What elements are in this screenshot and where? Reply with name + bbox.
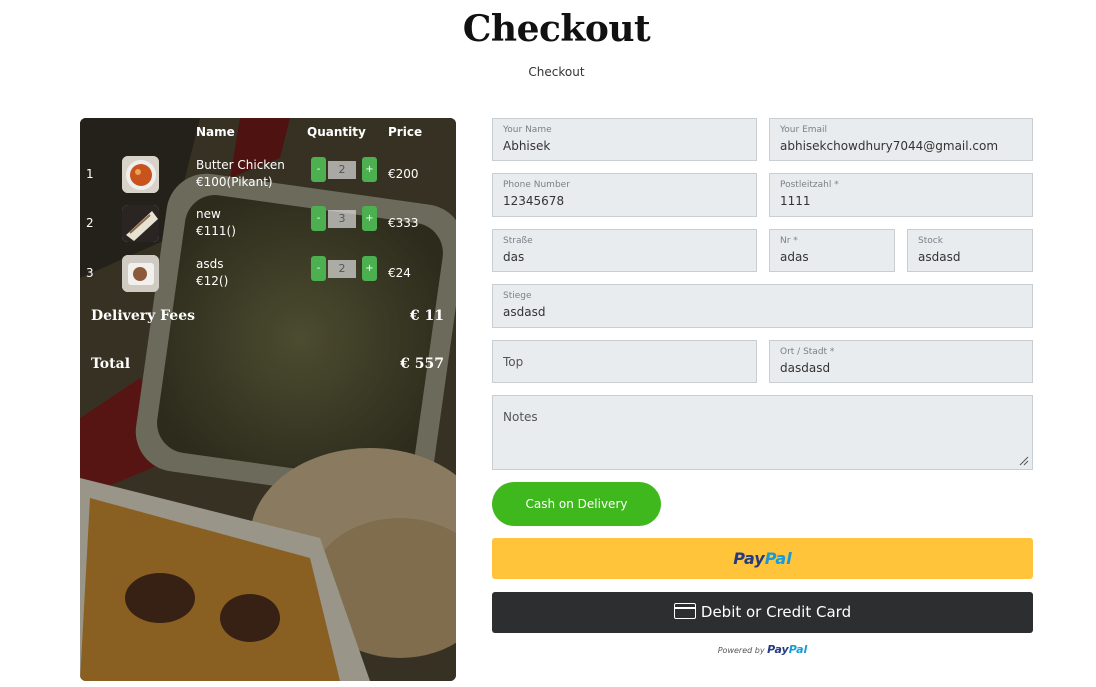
item-name: Butter Chicken — [196, 158, 285, 172]
item-price: €24 — [388, 266, 411, 280]
item-index: 2 — [86, 216, 94, 230]
debit-credit-card-button[interactable]: Debit or Credit Card — [492, 592, 1033, 633]
cart-header-quantity: Quantity — [307, 125, 366, 139]
card-button-label: Debit or Credit Card — [700, 603, 852, 621]
delivery-fees-label: Delivery Fees — [91, 308, 195, 324]
quantity-input[interactable]: 3 — [328, 210, 356, 228]
quantity-input[interactable]: 2 — [328, 260, 356, 278]
name-field[interactable]: Your Name Abhisek — [492, 118, 757, 161]
item-thumbnail — [122, 255, 159, 292]
cart-panel: Name Quantity Price 1 Butter Chicken €10… — [80, 118, 456, 681]
item-price: €200 — [388, 167, 419, 181]
phone-field[interactable]: Phone Number 12345678 — [492, 173, 757, 217]
name-label: Your Name — [503, 125, 552, 135]
name-value: Abhisek — [503, 139, 551, 153]
city-field[interactable]: Ort / Stadt * dasdasd — [769, 340, 1033, 383]
top-field[interactable]: Top — [492, 340, 757, 383]
increase-quantity-button[interactable]: + — [362, 157, 377, 182]
decrease-quantity-button[interactable]: - — [311, 157, 326, 182]
top-placeholder: Top — [503, 355, 524, 369]
email-field[interactable]: Your Email abhisekchowdhury7044@gmail.co… — [769, 118, 1033, 161]
item-unit-price: €12() — [196, 274, 229, 288]
item-unit-price: €111() — [196, 224, 236, 238]
powered-brand-part2: Pal — [788, 643, 808, 656]
stairs-value: asdasd — [503, 305, 546, 319]
notes-textarea[interactable]: Notes — [492, 395, 1033, 470]
quantity-input[interactable]: 2 — [328, 161, 356, 179]
cart-header-price: Price — [388, 125, 423, 139]
phone-label: Phone Number — [503, 180, 570, 190]
house-number-label: Nr * — [780, 236, 798, 246]
item-index: 1 — [86, 167, 94, 181]
increase-quantity-button[interactable]: + — [362, 206, 377, 231]
cart-header-name: Name — [196, 125, 235, 139]
resize-handle-icon[interactable] — [1019, 456, 1029, 466]
cart-item-row: 2 new €111() - 3 + €333 — [80, 203, 456, 243]
total-value: € 557 — [400, 356, 444, 372]
total-label: Total — [91, 356, 131, 372]
house-number-field[interactable]: Nr * adas — [769, 229, 895, 272]
credit-card-icon — [673, 602, 696, 619]
powered-by-paypal: Powered by PayPal — [492, 643, 1033, 656]
delivery-fees-value: € 11 — [409, 308, 444, 324]
postcode-field[interactable]: Postleitzahl * 1111 — [769, 173, 1033, 217]
item-name: new — [196, 207, 221, 221]
floor-value: asdasd — [918, 250, 961, 264]
page-subtitle: Checkout — [528, 65, 585, 79]
delivery-fees-row: Delivery Fees € 11 — [91, 308, 444, 324]
page-title: Checkout — [462, 8, 651, 50]
item-index: 3 — [86, 266, 94, 280]
paypal-logo-part1: Pay — [733, 549, 765, 568]
floor-field[interactable]: Stock asdasd — [907, 229, 1033, 272]
decrease-quantity-button[interactable]: - — [311, 206, 326, 231]
city-value: dasdasd — [780, 361, 831, 375]
cart-item-row: 1 Butter Chicken €100(Pikant) - 2 + €200 — [80, 154, 456, 194]
house-number-value: adas — [780, 250, 809, 264]
item-unit-price: €100(Pikant) — [196, 175, 273, 189]
cart-item-row: 3 asds €12() - 2 + €24 — [80, 253, 456, 293]
item-price: €333 — [388, 216, 419, 230]
stairs-label: Stiege — [503, 291, 532, 301]
street-field[interactable]: Straße das — [492, 229, 757, 272]
item-name: asds — [196, 257, 224, 271]
city-label: Ort / Stadt * — [780, 347, 835, 357]
cash-on-delivery-button[interactable]: Cash on Delivery — [492, 482, 661, 526]
paypal-logo-part2: Pal — [764, 549, 792, 568]
postcode-label: Postleitzahl * — [780, 180, 839, 190]
item-thumbnail — [122, 205, 159, 242]
notes-placeholder: Notes — [503, 410, 538, 424]
paypal-button[interactable]: PayPal — [492, 538, 1033, 579]
powered-by-text: Powered by — [717, 646, 765, 655]
postcode-value: 1111 — [780, 194, 811, 208]
item-thumbnail — [122, 156, 159, 193]
street-value: das — [503, 250, 525, 264]
email-value: abhisekchowdhury7044@gmail.com — [780, 139, 999, 153]
email-label: Your Email — [780, 125, 828, 135]
floor-label: Stock — [918, 236, 943, 246]
stairs-field[interactable]: Stiege asdasd — [492, 284, 1033, 328]
street-label: Straße — [503, 236, 533, 246]
increase-quantity-button[interactable]: + — [362, 256, 377, 281]
decrease-quantity-button[interactable]: - — [311, 256, 326, 281]
total-row: Total € 557 — [91, 356, 444, 372]
powered-brand-part1: Pay — [767, 643, 789, 656]
phone-value: 12345678 — [503, 194, 565, 208]
